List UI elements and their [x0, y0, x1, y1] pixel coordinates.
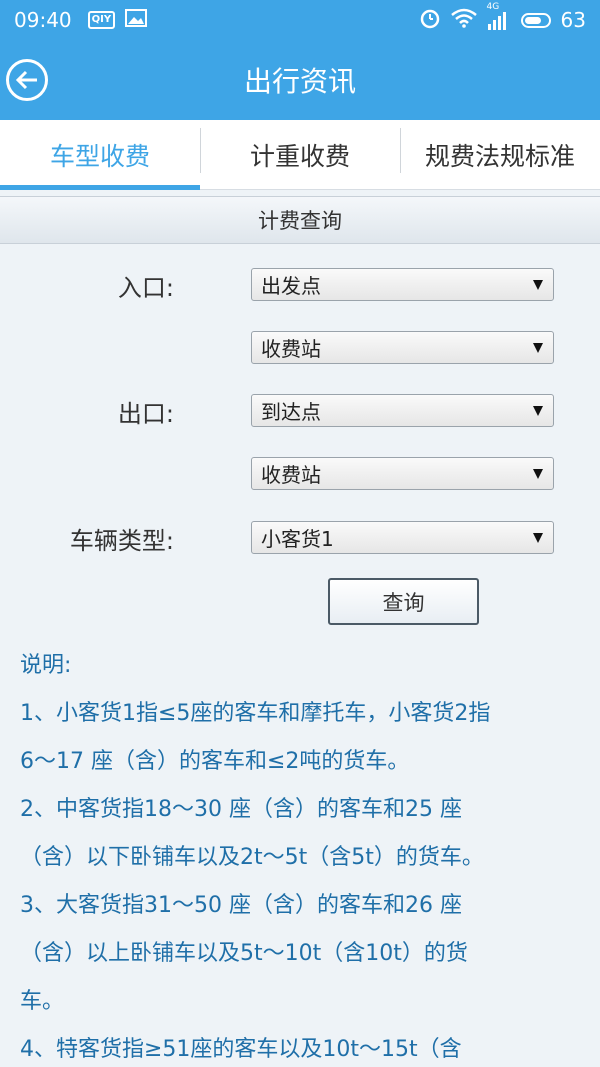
signal-icon: 4G — [487, 2, 511, 30]
exit-label: 出口: — [117, 400, 174, 428]
notes-section: 说明: 1、小客货1指≤5座的客车和摩托车，小客货2指 6～17 座（含）的客车… — [20, 642, 588, 1067]
dropdown-arrow-icon — [533, 405, 543, 416]
entry-point-value: 出发点 — [261, 274, 321, 298]
note-line: 车。 — [20, 989, 65, 1014]
tab-vehicle-type-toll[interactable]: 车型收费 — [0, 120, 200, 190]
dropdown-arrow-icon — [533, 279, 543, 290]
image-icon — [125, 8, 148, 32]
exit-station-value: 收费站 — [261, 463, 321, 487]
qiy-icon: QIY — [87, 11, 116, 29]
notes-heading: 说明: — [20, 653, 72, 678]
note-line: 6～17 座（含）的客车和≤2吨的货车。 — [20, 749, 410, 774]
dropdown-arrow-icon — [533, 468, 543, 479]
note-line: （含）以下卧铺车以及2t～5t（含5t）的货车。 — [20, 845, 484, 870]
exit-point-select[interactable]: 到达点 — [251, 394, 554, 427]
status-time: 09:40 — [14, 8, 72, 32]
tab-regulations[interactable]: 规费法规标准 — [400, 120, 600, 189]
vehicle-type-select[interactable]: 小客货1 — [251, 521, 554, 554]
wifi-icon — [450, 8, 477, 33]
battery-icon — [520, 12, 551, 28]
alarm-icon — [419, 7, 441, 34]
note-line: 4、特客货指≥51座的客车以及10t～15t（含 — [20, 1037, 462, 1062]
page-title: 出行资讯 — [243, 65, 356, 98]
entry-station-select[interactable]: 收费站 — [251, 331, 554, 364]
exit-station-select[interactable]: 收费站 — [251, 457, 554, 490]
app-bar: 出行资讯 — [0, 40, 600, 120]
section-title: 计费查询 — [0, 196, 600, 244]
tab-weight-toll[interactable]: 计重收费 — [200, 120, 400, 189]
entry-station-value: 收费站 — [261, 337, 321, 361]
note-line: 2、中客货指18～30 座（含）的客车和25 座 — [20, 797, 462, 822]
dropdown-arrow-icon — [533, 342, 543, 353]
battery-level: 63 — [560, 8, 586, 32]
network-label: 4G — [486, 2, 500, 12]
query-button[interactable]: 查询 — [328, 578, 479, 625]
note-line: 1、小客货1指≤5座的客车和摩托车，小客货2指 — [20, 701, 491, 726]
vehicle-type-value: 小客货1 — [261, 527, 334, 551]
dropdown-arrow-icon — [533, 532, 543, 543]
entry-label: 入口: — [117, 274, 174, 302]
tab-bar: 车型收费 计重收费 规费法规标准 — [0, 120, 600, 190]
vehicle-type-label: 车辆类型: — [69, 527, 174, 555]
status-bar: 09:40 QIY 4G 63 — [0, 0, 600, 40]
note-line: 3、大客货指31～50 座（含）的客车和26 座 — [20, 893, 462, 918]
note-line: （含）以上卧铺车以及5t～10t（含10t）的货 — [20, 941, 468, 966]
exit-point-value: 到达点 — [261, 400, 321, 424]
entry-point-select[interactable]: 出发点 — [251, 268, 554, 301]
